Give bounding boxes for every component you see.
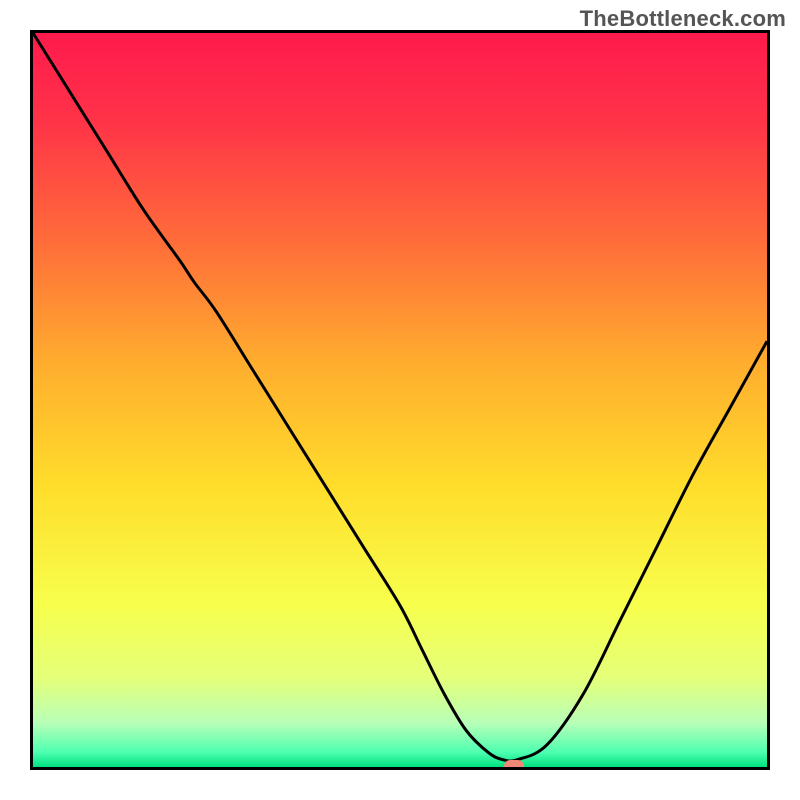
bottleneck-curve xyxy=(33,33,767,767)
watermark-text: TheBottleneck.com xyxy=(580,6,786,32)
optimal-point-marker xyxy=(504,760,524,770)
plot-area xyxy=(30,30,770,770)
chart-container: TheBottleneck.com xyxy=(0,0,800,800)
